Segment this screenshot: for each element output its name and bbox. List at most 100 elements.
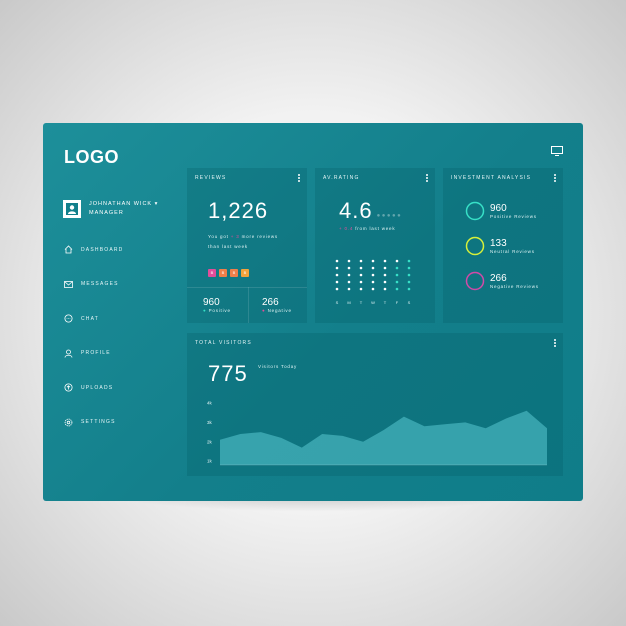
day-label: W [371, 300, 375, 305]
day-label: T [384, 300, 387, 305]
reviews-note-2: than last week [208, 244, 248, 249]
reviews-card: REVIEWS 1,226 You got + 3 more reviews t… [187, 168, 307, 323]
visitors-area-chart: 4k 3k 2k 1k [207, 401, 547, 466]
ring-icon [465, 271, 485, 291]
rating-dot [371, 266, 375, 270]
reviews-value: 1,226 [208, 198, 269, 223]
rating-dot [371, 259, 375, 263]
rating-dot [383, 266, 387, 270]
user-name: JOHNATHAN WICK ▾ [89, 201, 159, 207]
rating-dot [395, 280, 399, 284]
rating-dot [395, 259, 399, 263]
investment-item-neutral: 133 Neutral Reviews [465, 236, 535, 256]
rating-dot [395, 287, 399, 291]
more-icon[interactable] [554, 174, 556, 182]
rating-note: + 0.4 from last week [339, 226, 395, 231]
investment-card: INVESTMENT ANALYSIS 960 Positive Reviews… [443, 168, 563, 323]
user-menu[interactable]: JOHNATHAN WICK ▾ MANAGER [63, 200, 158, 218]
investment-value: 266 [490, 272, 507, 284]
sidebar-item-settings[interactable]: SETTINGS [63, 417, 123, 428]
upload-icon [63, 383, 73, 393]
investment-value: 960 [490, 202, 507, 214]
investment-value: 133 [490, 237, 507, 249]
rating-dot-leader: ●●●●● [376, 213, 403, 219]
sidebar-item-label: SETTINGS [81, 419, 116, 425]
more-icon[interactable] [298, 174, 300, 182]
visitors-area [220, 410, 547, 465]
rating-dot [335, 280, 339, 284]
reviews-chips: BBBB [208, 261, 252, 279]
reviews-note-highlight: + 3 [230, 234, 240, 239]
rating-card: AV.RATING 4.6 ●●●●● + 0.4 from last week… [315, 168, 435, 323]
rating-dot [347, 266, 351, 270]
rating-dot [383, 287, 387, 291]
rating-dot [407, 273, 411, 277]
rating-dot [383, 273, 387, 277]
sidebar-item-label: DASHBOARD [81, 246, 124, 253]
y-tick-label: 2k [207, 439, 213, 444]
sidebar-item-chat[interactable]: CHAT [63, 313, 123, 324]
avatar [63, 200, 81, 218]
monitor-icon[interactable] [551, 146, 563, 156]
rating-dot [359, 259, 363, 263]
rating-dot [383, 259, 387, 263]
review-chip[interactable]: B [219, 269, 227, 277]
y-tick-label: 3k [207, 420, 213, 425]
sidebar-item-dashboard[interactable]: DASHBOARD [63, 244, 123, 255]
user-avatar-icon [66, 203, 78, 215]
reviews-note: You got + 3 more reviews [208, 234, 278, 239]
rating-dot [359, 280, 363, 284]
visitors-value: 775 [208, 361, 248, 386]
negative-value: 266 [262, 297, 279, 308]
investment-item-positive: 960 Positive Reviews [465, 201, 537, 221]
rating-dot [383, 280, 387, 284]
rating-dot [359, 266, 363, 270]
visitors-card: TOTAL VISITORS 775 Visitors Today 4k 3k 2k… [187, 333, 563, 476]
rating-dot [335, 273, 339, 277]
reviews-divider-v [248, 287, 249, 323]
visitors-title: TOTAL VISITORS [195, 340, 252, 346]
review-chip[interactable]: B [241, 269, 249, 277]
positive-label: ● Positive [203, 308, 231, 313]
rating-dot [347, 280, 351, 284]
rating-dot [407, 266, 411, 270]
rating-dot [407, 280, 411, 284]
rating-title: AV.RATING [323, 175, 360, 181]
more-icon[interactable] [426, 174, 428, 182]
user-icon [63, 348, 73, 358]
rating-dot-grid: SMTWTFS [335, 259, 411, 305]
y-tick-label: 4k [207, 401, 213, 406]
dashboard-panel: LOGO JOHNATHAN WICK ▾ MANAGER DASHBOARD [43, 123, 583, 501]
reviews-title: REVIEWS [195, 175, 227, 181]
rating-dot [335, 259, 339, 263]
day-label: F [396, 300, 399, 305]
reviews-note-a: You got [208, 234, 229, 239]
sidebar-item-profile[interactable]: PROFILE [63, 348, 123, 359]
rating-note-highlight: + 0.4 [339, 226, 354, 231]
ring-icon [465, 236, 485, 256]
investment-title: INVESTMENT ANALYSIS [451, 175, 532, 181]
logo: LOGO [64, 147, 119, 167]
rating-dot [395, 266, 399, 270]
reviews-divider-h [187, 287, 307, 288]
rating-value: 4.6 [339, 198, 373, 223]
home-icon [63, 245, 73, 255]
gear-icon [63, 417, 73, 427]
y-tick-label: 1k [207, 459, 213, 464]
sidebar-nav: DASHBOARD MESSAGES CHAT PROFILE UPLOADS [63, 244, 123, 451]
review-chip[interactable]: B [208, 269, 216, 277]
rating-dot [371, 287, 375, 291]
more-icon[interactable] [554, 339, 556, 347]
day-label: S [336, 300, 339, 305]
rating-dot [371, 280, 375, 284]
rating-dot [347, 273, 351, 277]
positive-value: 960 [203, 297, 220, 308]
sidebar-item-messages[interactable]: MESSAGES [63, 279, 123, 290]
negative-label-text: Negative [267, 308, 292, 313]
investment-label: Negative Reviews [490, 283, 539, 289]
review-chip[interactable]: B [230, 269, 238, 277]
sidebar-item-uploads[interactable]: UPLOADS [63, 382, 123, 393]
sidebar-item-label: MESSAGES [81, 281, 119, 287]
rating-value-row: 4.6 ●●●●● [339, 198, 402, 224]
day-label: S [408, 300, 411, 305]
